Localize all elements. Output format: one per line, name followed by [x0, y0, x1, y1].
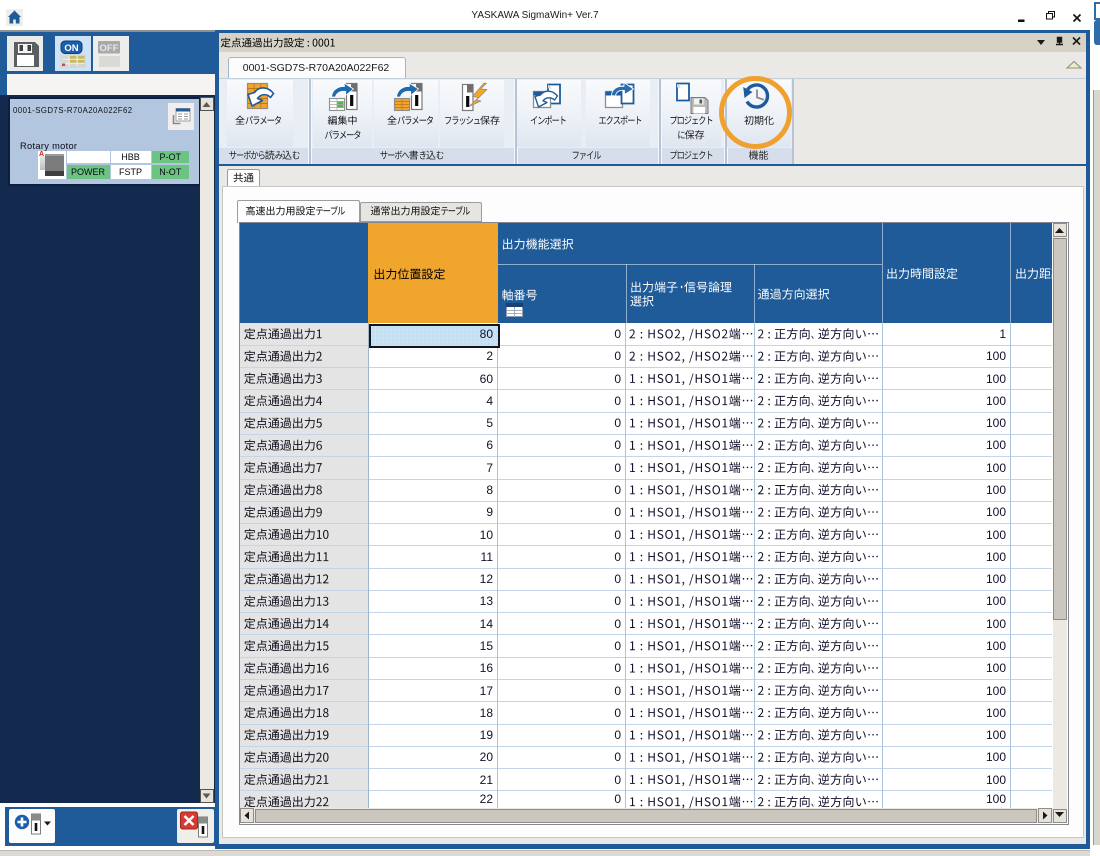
svg-text:ON: ON — [64, 43, 78, 54]
svg-text:OFF: OFF — [100, 43, 119, 54]
